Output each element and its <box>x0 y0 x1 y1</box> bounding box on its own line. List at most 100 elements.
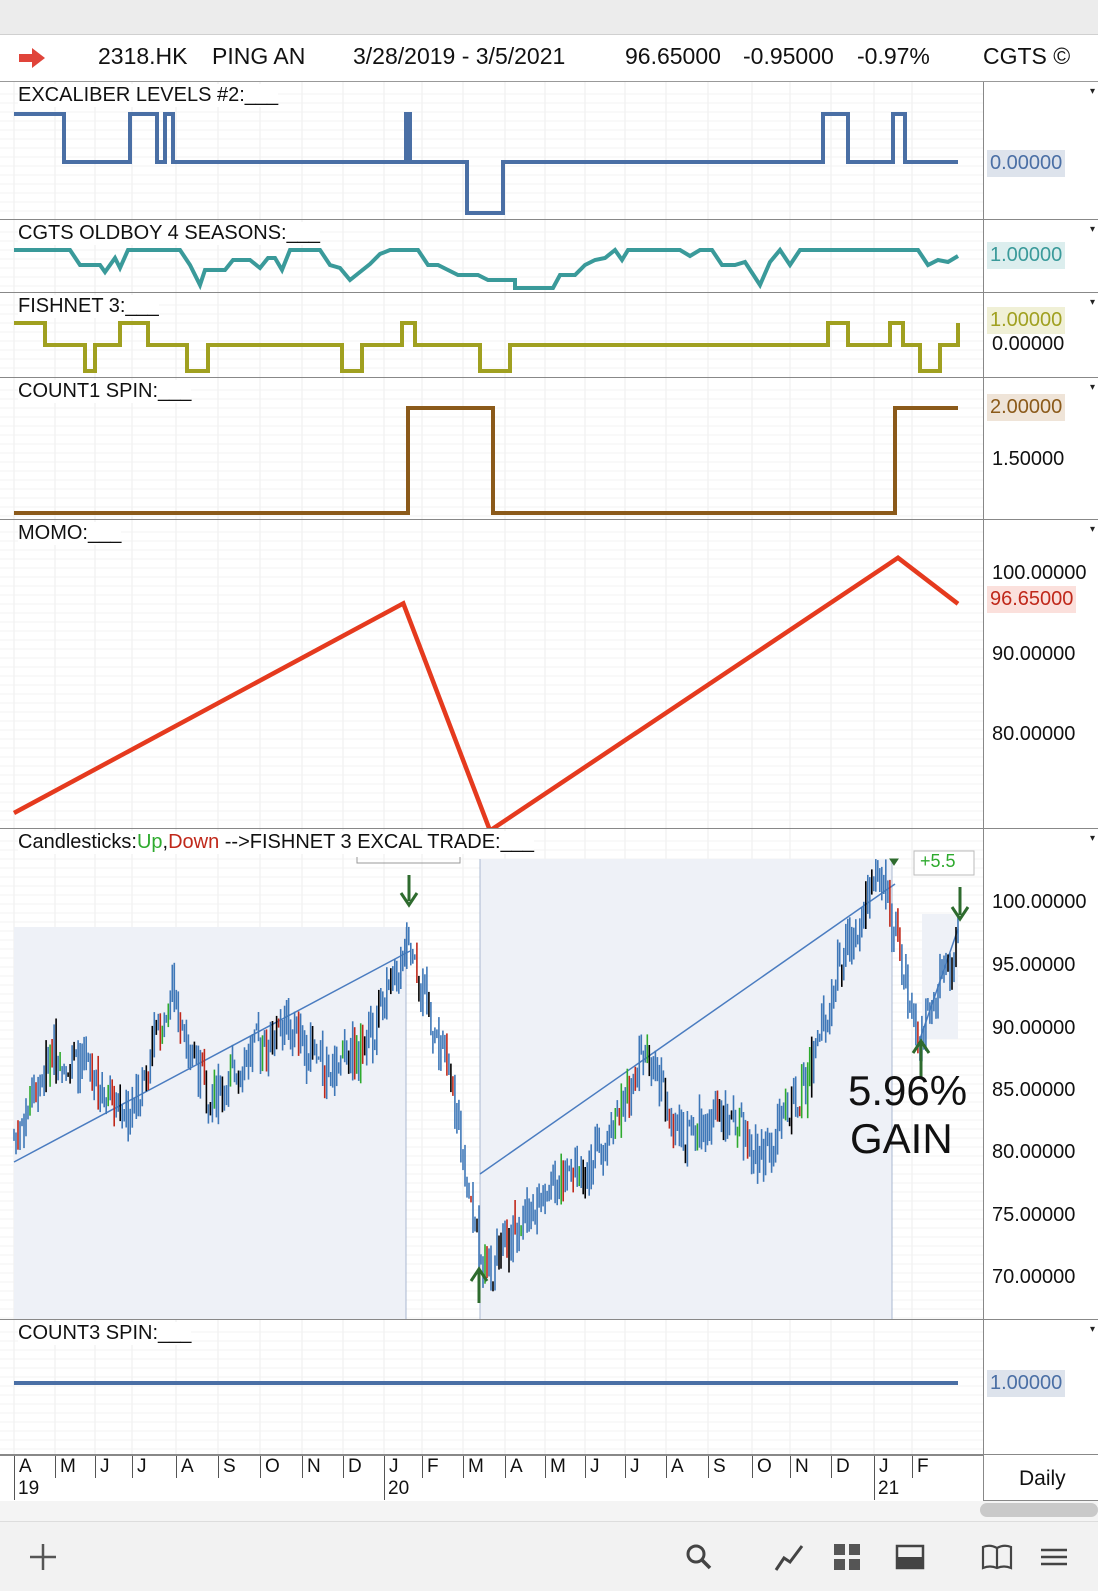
trade-zone-1 <box>14 927 406 1319</box>
candle-plot: +5.5 <box>0 829 983 1319</box>
panel-menu-icon[interactable]: ▾ <box>1090 524 1095 535</box>
momo-value: 96.65000 <box>987 586 1077 613</box>
candle-tick-90: 90.00000 <box>992 1017 1076 1039</box>
month-label: J <box>625 1456 640 1478</box>
count1-label: COUNT1 SPIN:___ <box>18 380 192 403</box>
count3-panel: COUNT3 SPIN:___ <box>0 1320 983 1455</box>
count1-tick: 1.50000 <box>992 448 1065 470</box>
momo-tick-90: 90.00000 <box>992 643 1076 665</box>
candle-axis: ▾ 100.00000 95.00000 90.00000 85.00000 8… <box>983 829 1098 1320</box>
count3-axis: ▾ 1.00000 <box>983 1320 1098 1455</box>
month-label: J <box>384 1456 399 1478</box>
month-label: J <box>874 1456 889 1478</box>
candle-label-down: Down <box>168 831 220 853</box>
month-label: N <box>790 1456 809 1478</box>
fishnet-value: 1.00000 <box>987 307 1066 334</box>
fishnet-label: FISHNET 3:___ <box>18 295 159 318</box>
month-label: D <box>831 1456 850 1478</box>
year-label: 19 <box>14 1478 39 1500</box>
count3-label: COUNT3 SPIN:___ <box>18 1322 192 1345</box>
sell-arrow-icon <box>399 875 419 908</box>
oldboy-label: CGTS OLDBOY 4 SEASONS:___ <box>18 222 320 245</box>
chart-header: 2318.HK PING AN 3/28/2019 - 3/5/2021 96.… <box>0 35 1098 82</box>
month-label: O <box>260 1456 280 1478</box>
month-label: N <box>302 1456 321 1478</box>
excal-panel: EXCALIBER LEVELS #2:___ <box>0 82 983 220</box>
fishnet-panel: FISHNET 3:___ <box>0 293 983 378</box>
month-label: M <box>55 1456 76 1478</box>
month-label: F <box>422 1456 439 1478</box>
candle-label: Candlesticks:Up,Down -->FISHNET 3 EXCAL … <box>18 831 534 854</box>
price-change-pct: -0.97% <box>857 43 930 69</box>
panel-menu-icon[interactable]: ▾ <box>1090 224 1095 235</box>
month-label: J <box>585 1456 600 1478</box>
horizontal-scrollbar[interactable] <box>980 1503 1098 1517</box>
momo-line <box>12 555 960 828</box>
month-label: S <box>708 1456 726 1478</box>
excal-axis: ▾ 0.00000 <box>983 82 1098 220</box>
window-top-bar <box>0 0 1098 35</box>
momo-tick-80: 80.00000 <box>992 723 1076 745</box>
count1-panel: COUNT1 SPIN:___ <box>0 378 983 520</box>
month-label: O <box>752 1456 772 1478</box>
month-label: D <box>343 1456 362 1478</box>
brand: CGTS © <box>983 43 1071 69</box>
month-label: A <box>176 1456 194 1478</box>
count1-axis: ▾ 2.00000 1.50000 <box>983 378 1098 520</box>
book-icon[interactable] <box>980 1540 1014 1574</box>
draw-icon[interactable] <box>772 1540 806 1574</box>
panel-menu-icon[interactable]: ▾ <box>1090 86 1095 97</box>
month-label: A <box>14 1456 32 1478</box>
excal-value: 0.00000 <box>987 150 1066 177</box>
momo-panel: MOMO:___ <box>0 520 983 829</box>
oldboy-axis: ▾ 1.00000 <box>983 220 1098 293</box>
momo-label: MOMO:___ <box>18 522 122 545</box>
momo-plot <box>0 520 983 828</box>
search-icon[interactable] <box>682 1540 716 1574</box>
year-label: 21 <box>874 1478 899 1500</box>
oldboy-panel: CGTS OLDBOY 4 SEASONS:___ <box>0 220 983 293</box>
candle-tick-95: 95.00000 <box>992 954 1076 976</box>
candle-label-up: Up <box>136 831 163 853</box>
period-selector[interactable]: Daily <box>983 1455 1098 1501</box>
fishnet-value-2: 0.00000 <box>992 333 1065 355</box>
excal-label: EXCALIBER LEVELS #2:___ <box>18 84 279 107</box>
menu-icon[interactable] <box>1037 1540 1071 1574</box>
month-label: J <box>95 1456 110 1478</box>
scroll-track <box>0 1501 1098 1521</box>
date-range: 3/28/2019 - 3/5/2021 <box>353 43 566 69</box>
period-label: Daily <box>1019 1467 1066 1490</box>
fishnet-axis: ▾ 1.00000 0.00000 <box>983 293 1098 378</box>
candle-tick-100: 100.00000 <box>992 891 1087 913</box>
layout-icon[interactable] <box>893 1540 927 1574</box>
count3-value: 1.00000 <box>987 1370 1066 1397</box>
candle-tick-75: 75.00000 <box>992 1204 1076 1226</box>
panel-menu-icon[interactable]: ▾ <box>1090 1324 1095 1335</box>
security-name: PING AN <box>212 43 306 69</box>
candle-tick-85: 85.00000 <box>992 1079 1076 1101</box>
candle-tick-70: 70.00000 <box>992 1266 1076 1288</box>
candle-label-trade: -->FISHNET 3 EXCAL TRADE:___ <box>219 831 534 853</box>
grid-icon[interactable] <box>830 1540 864 1574</box>
gain-percent: 5.96% <box>848 1067 968 1114</box>
count1-value: 2.00000 <box>987 394 1066 421</box>
excal-line <box>14 112 958 215</box>
trade-zone-2 <box>480 859 892 1319</box>
panel-menu-icon[interactable]: ▾ <box>1090 382 1095 393</box>
oldboy-value: 1.00000 <box>987 242 1066 269</box>
price-change: -0.95000 <box>743 43 834 69</box>
arrow-right-icon[interactable] <box>18 47 46 69</box>
fishnet-line <box>14 321 960 373</box>
momo-axis: ▾ 100.00000 96.65000 90.00000 80.00000 <box>983 520 1098 829</box>
panel-menu-icon[interactable]: ▾ <box>1090 297 1095 308</box>
bottom-toolbar <box>0 1521 1098 1591</box>
symbol: 2318.HK <box>98 43 188 69</box>
month-label: F <box>912 1456 929 1478</box>
oldboy-line <box>14 246 960 291</box>
year-label: 20 <box>384 1478 409 1500</box>
panel-menu-icon[interactable]: ▾ <box>1090 833 1095 844</box>
month-label: J <box>132 1456 147 1478</box>
time-axis: A M J J A S O N D J F M A M J J A S O N … <box>0 1455 983 1502</box>
momo-tick-100: 100.00000 <box>992 562 1087 584</box>
plus-icon[interactable] <box>26 1540 60 1574</box>
